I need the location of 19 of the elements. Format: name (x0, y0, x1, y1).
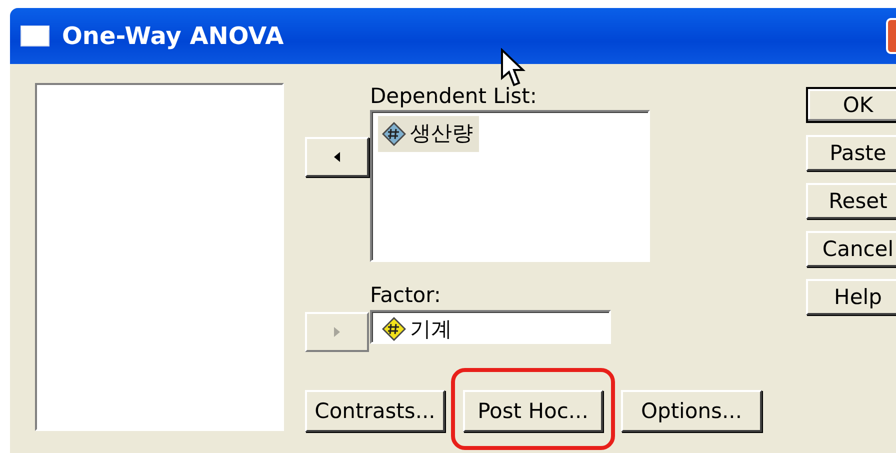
window-icon (20, 25, 50, 47)
dialog-button[interactable]: Help (806, 279, 896, 315)
factor-box[interactable]: 기계 (370, 310, 611, 344)
variable-type-icon (382, 122, 406, 146)
factor-label: Factor: (370, 282, 442, 310)
window-title: One-Way ANOVA (62, 21, 284, 52)
variable-item[interactable]: 생산량 (378, 116, 479, 152)
dialog-button[interactable]: Options... (621, 390, 762, 432)
dialog-button[interactable]: Cancel (806, 231, 896, 267)
dialog-button[interactable]: Paste (806, 135, 896, 171)
cursor-icon (500, 48, 526, 88)
dialog-button[interactable]: Reset (806, 183, 896, 219)
dialog-button[interactable]: Post Hoc... (463, 390, 603, 432)
dialog-button[interactable]: Contrasts... (305, 390, 445, 432)
dependent-list-label: Dependent List: (370, 83, 538, 110)
dependent-list-box[interactable]: 생산량 (370, 110, 650, 262)
move-button[interactable] (305, 137, 369, 177)
variable-type-icon (382, 317, 406, 342)
dialog-button[interactable]: OK (806, 87, 896, 123)
